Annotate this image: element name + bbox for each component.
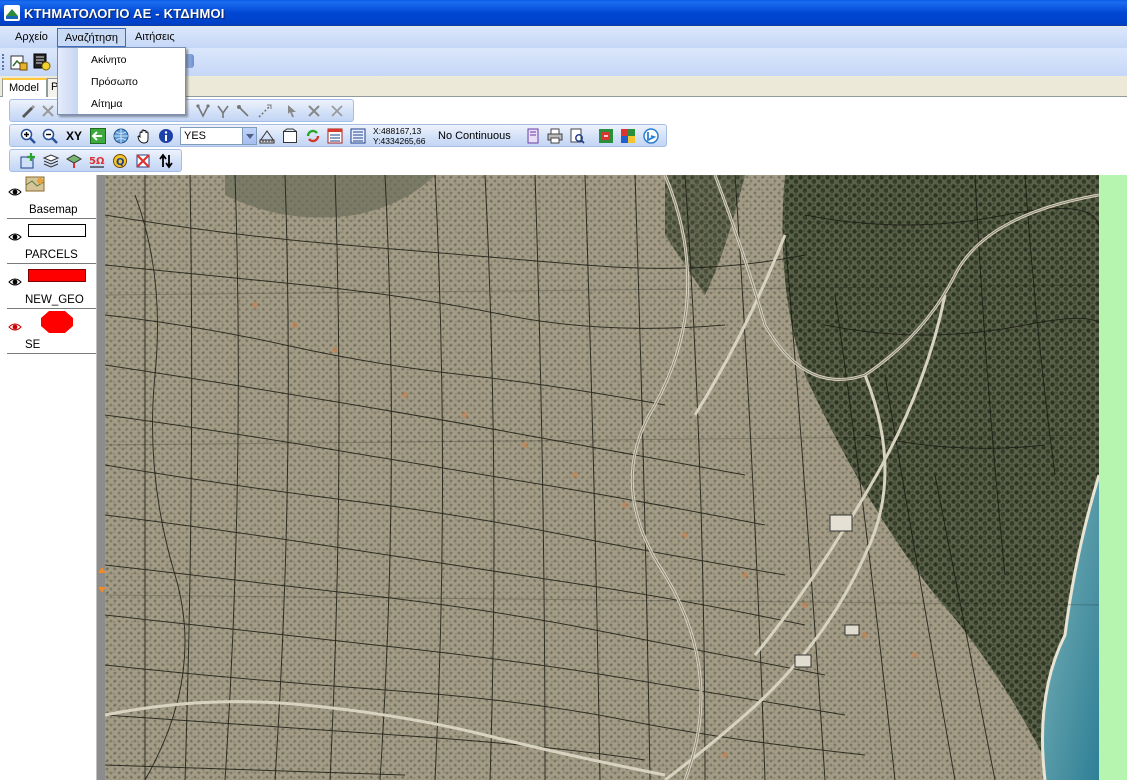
open-project-icon[interactable]: [10, 53, 28, 71]
snap-combo-value: YES: [184, 130, 207, 142]
navigation-toolbar: XY YES X:488167,13 Y:4334265,66 No Conti…: [9, 124, 667, 147]
coordinate-x-readout: X:488167,13: [373, 126, 422, 136]
menu-item-person[interactable]: Πρόσωπο: [78, 72, 185, 92]
pan-hand-icon[interactable]: [136, 128, 152, 144]
new-document-icon[interactable]: [282, 128, 298, 144]
octagon-swatch-icon: [41, 311, 73, 333]
refresh-icon[interactable]: [305, 128, 321, 144]
bing-maps-icon[interactable]: [643, 128, 659, 144]
layer-basemap[interactable]: Basemap: [7, 175, 96, 219]
layer-se[interactable]: SE: [7, 310, 96, 354]
snap-combo[interactable]: YES: [180, 127, 257, 145]
export-map-icon[interactable]: [598, 128, 614, 144]
print-icon[interactable]: [547, 128, 563, 144]
search-menu-dropdown: Ακίνητο Πρόσωπο Αίτημα: [57, 47, 186, 115]
query-layer-icon[interactable]: Q: [112, 153, 128, 169]
layer-name: NEW_GEO: [25, 294, 84, 306]
select-arrow-icon[interactable]: [284, 103, 300, 119]
layers-toolbar: 5Ω Q: [9, 149, 182, 172]
draw-line-icon[interactable]: [257, 103, 273, 119]
toolbar-grip[interactable]: [2, 54, 5, 70]
orthophoto-map[interactable]: [105, 175, 1099, 780]
window-title: ΚΤΗΜΑΤΟΛΟΓΙΟ ΑΕ - ΚΤΔΗΜΟΙ: [24, 5, 225, 21]
menu-item-property[interactable]: Ακίνητο: [78, 50, 185, 70]
menu-file[interactable]: Αρχείο: [8, 28, 55, 47]
close-x-icon[interactable]: [329, 103, 345, 119]
menu-item-request[interactable]: Αίτημα: [78, 94, 185, 114]
attribute-table-icon[interactable]: [327, 128, 343, 144]
svg-text:Q: Q: [116, 157, 125, 168]
right-panel-strip: [1099, 175, 1127, 780]
zoom-out-icon[interactable]: [42, 128, 58, 144]
book-icon[interactable]: [525, 128, 541, 144]
snap-point-icon[interactable]: [235, 103, 251, 119]
trace-mode-label[interactable]: No Continuous: [438, 129, 511, 143]
menu-requests[interactable]: Αιτήσεις: [128, 28, 182, 47]
pencil-icon[interactable]: [20, 103, 36, 119]
title-bar: ΚΤΗΜΑΤΟΛΟΓΙΟ ΑΕ - ΚΤΔΗΜΟΙ: [0, 0, 1127, 26]
layer-name: Basemap: [29, 204, 78, 216]
layer-stack-icon[interactable]: [43, 153, 59, 169]
label-layer-icon[interactable]: 5Ω: [89, 153, 105, 169]
move-layer-updown-icon[interactable]: [158, 153, 174, 169]
chevron-down-icon[interactable]: [242, 128, 256, 144]
menu-bar: Αρχείο Αναζήτηση Αιτήσεις: [0, 27, 1127, 48]
basemap-icon: [25, 176, 45, 192]
goto-xy-button[interactable]: XY: [66, 129, 82, 143]
map-canvas[interactable]: [105, 175, 1099, 780]
panel-splitter[interactable]: [96, 175, 106, 780]
cancel-x-icon[interactable]: [306, 103, 322, 119]
info-icon[interactable]: [158, 128, 174, 144]
eye-visible-icon[interactable]: [8, 277, 22, 287]
tab-model[interactable]: Model: [2, 78, 47, 97]
layer-parcels[interactable]: PARCELS: [7, 220, 96, 264]
layer-panel: Basemap PARCELS NEW_GEO SE: [0, 175, 97, 780]
eye-visible-icon[interactable]: [8, 187, 22, 197]
layer-style-icon[interactable]: [66, 153, 82, 169]
menu-icon-strip: [58, 48, 78, 114]
layer-new-geo[interactable]: NEW_GEO: [7, 265, 96, 309]
svg-text:5Ω: 5Ω: [89, 156, 105, 167]
split-line-icon[interactable]: [215, 103, 231, 119]
previous-extent-icon[interactable]: [90, 128, 106, 144]
print-preview-icon[interactable]: [569, 128, 585, 144]
measure-ruler-icon[interactable]: [259, 128, 275, 144]
layer-swatch: [28, 269, 86, 282]
layer-swatch: [28, 224, 86, 237]
delete-vertex-icon[interactable]: [40, 103, 56, 119]
toolbar-overflow[interactable]: [186, 54, 194, 68]
menu-search[interactable]: Αναζήτηση: [56, 28, 126, 47]
eye-hidden-icon[interactable]: [8, 322, 22, 332]
eye-visible-icon[interactable]: [8, 232, 22, 242]
zoom-in-icon[interactable]: [20, 128, 36, 144]
plugin-puzzle-icon[interactable]: [620, 128, 636, 144]
app-logo-icon: [4, 5, 20, 21]
full-extent-globe-icon[interactable]: [113, 128, 129, 144]
layer-name: PARCELS: [25, 249, 78, 261]
vertex-edit-icon[interactable]: [195, 103, 211, 119]
layer-name: SE: [25, 339, 41, 351]
remove-layer-icon[interactable]: [135, 153, 151, 169]
map-tools-icon[interactable]: [33, 53, 51, 71]
coordinate-y-readout: Y:4334265,66: [373, 136, 426, 146]
list-report-icon[interactable]: [350, 128, 366, 144]
add-layer-icon[interactable]: [20, 153, 36, 169]
